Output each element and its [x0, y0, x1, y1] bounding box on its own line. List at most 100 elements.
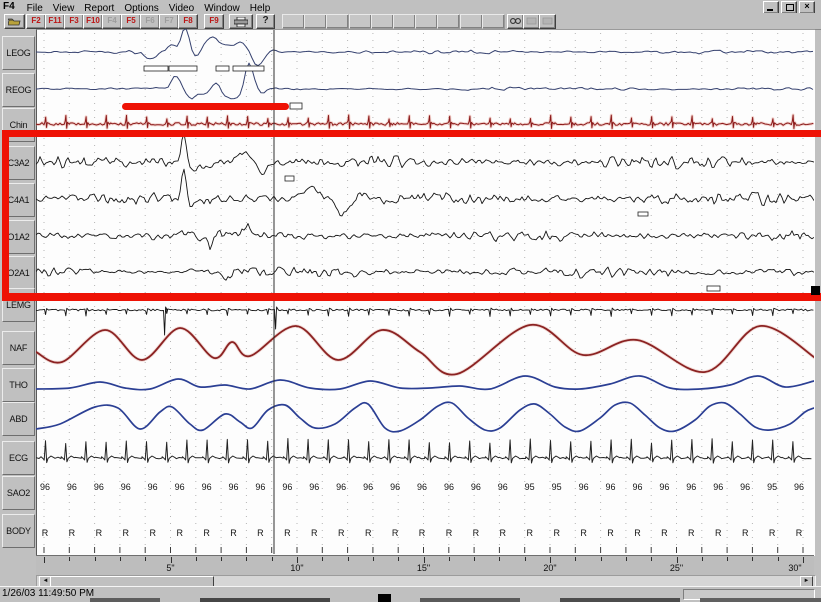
- body-position-value: R: [63, 528, 81, 538]
- body-position-value: R: [171, 528, 189, 538]
- ruler-tick: [95, 557, 96, 561]
- sao2-value: 96: [171, 482, 189, 492]
- menu-bar: F4 FileViewReportOptionsVideoWindowHelp …: [0, 0, 821, 14]
- ruler-tick: [702, 557, 703, 561]
- ruler-tick: [221, 557, 222, 561]
- sao2-value: 96: [602, 482, 620, 492]
- channel-label-naf[interactable]: NAF: [2, 331, 35, 365]
- print-button[interactable]: [229, 14, 253, 29]
- channel-label-leog[interactable]: LEOG: [2, 36, 35, 70]
- toolbar-disabled-b-button[interactable]: [539, 14, 556, 29]
- body-position-value: R: [386, 528, 404, 538]
- taskbar-fragment: [700, 598, 821, 602]
- body-position-value: R: [144, 528, 162, 538]
- status-bar: 1/26/03 11:49:50 PM: [0, 586, 821, 602]
- body-position-value: R: [655, 528, 673, 538]
- ruler-tick: [120, 557, 121, 561]
- printer-icon: [234, 17, 248, 27]
- waveform-chart-area[interactable]: 9696969696969696969696969696969696969595…: [36, 29, 815, 556]
- minimize-icon: [767, 9, 773, 11]
- menu-file[interactable]: File: [22, 3, 48, 14]
- menu-video[interactable]: Video: [164, 3, 199, 14]
- channel-label-c4a1[interactable]: C4A1: [2, 183, 35, 217]
- toolbar-video-button[interactable]: [507, 14, 524, 29]
- fkey-button-f6[interactable]: F6: [140, 14, 160, 29]
- sao2-value: 95: [763, 482, 781, 492]
- channel-label-c3a2[interactable]: C3A2: [2, 146, 35, 180]
- channel-label-o1a2[interactable]: O1A2: [2, 220, 35, 254]
- channel-label-abd[interactable]: ABD: [2, 402, 35, 436]
- body-position-value: R: [36, 528, 54, 538]
- sao2-value: 96: [90, 482, 108, 492]
- channel-label-tho[interactable]: THO: [2, 368, 35, 402]
- body-position-value: R: [521, 528, 539, 538]
- toolbar: F2F11F3F10F4F5F6F7F8 F9?: [0, 13, 821, 30]
- toolbar-blank-button[interactable]: [437, 14, 460, 29]
- ruler-tick: [727, 557, 728, 561]
- disabled-icon: [542, 17, 553, 25]
- channel-label-chin[interactable]: Chin: [2, 108, 35, 142]
- fkey-button-f4[interactable]: F4: [102, 14, 122, 29]
- status-timestamp: 1/26/03 11:49:50 PM: [2, 588, 94, 599]
- toolbar-blank-button[interactable]: [460, 14, 483, 29]
- fkey-button-f2[interactable]: F2: [26, 14, 46, 29]
- fkey-button-f11[interactable]: F11: [45, 14, 65, 29]
- sao2-value: 96: [144, 482, 162, 492]
- ruler-tick: [272, 557, 273, 561]
- channel-label-reog[interactable]: REOG: [2, 73, 35, 107]
- ruler-tick: [322, 557, 323, 561]
- sao2-value: 96: [413, 482, 431, 492]
- ruler-tick: [499, 557, 500, 561]
- channel-label-lemg[interactable]: LEMG: [2, 288, 35, 322]
- ruler-label: 5": [159, 563, 183, 573]
- fkey-button-f10[interactable]: F10: [83, 14, 103, 29]
- toolbar-disabled-a-button[interactable]: [523, 14, 540, 29]
- toolbar-blank-button[interactable]: [304, 14, 327, 29]
- sao2-value: 96: [682, 482, 700, 492]
- body-position-value: R: [602, 528, 620, 538]
- open-file-button[interactable]: [4, 14, 25, 29]
- app-icon-label[interactable]: F4: [3, 1, 15, 12]
- help-button[interactable]: ?: [256, 14, 275, 29]
- fkey-button-f8[interactable]: F8: [178, 14, 198, 29]
- channel-label-body[interactable]: BODY: [2, 514, 35, 548]
- toolbar-blank-button[interactable]: [415, 14, 438, 29]
- ruler-tick: [651, 557, 652, 561]
- toolbar-blank-button[interactable]: [349, 14, 372, 29]
- body-position-value: R: [359, 528, 377, 538]
- taskbar-fragment: [560, 598, 680, 602]
- ruler-label: 20": [538, 563, 562, 573]
- open-folder-icon: [8, 17, 21, 26]
- ruler-tick: [373, 557, 374, 561]
- toolbar-blank-button[interactable]: [371, 14, 394, 29]
- ruler-label: 10": [285, 563, 309, 573]
- sao2-value: 96: [494, 482, 512, 492]
- toolbar-blank-button[interactable]: [393, 14, 416, 29]
- ruler-tick: [398, 557, 399, 561]
- menu-window[interactable]: Window: [199, 3, 245, 14]
- channel-label-ecg[interactable]: ECG: [2, 441, 35, 475]
- toolbar-blank-button[interactable]: [482, 14, 505, 29]
- channel-label-o2a1[interactable]: O2A1: [2, 256, 35, 290]
- sao2-value: 96: [36, 482, 54, 492]
- channel-label-sao2[interactable]: SAO2: [2, 476, 35, 510]
- toolbar-blank-button[interactable]: [282, 14, 305, 29]
- toolbar-blank-button[interactable]: [326, 14, 349, 29]
- ruler-tick: [196, 557, 197, 561]
- menu-report[interactable]: Report: [79, 3, 119, 14]
- body-position-value: R: [278, 528, 296, 538]
- sao2-value: 96: [332, 482, 350, 492]
- fkey-button-f7[interactable]: F7: [159, 14, 179, 29]
- body-position-value: R: [763, 528, 781, 538]
- body-position-value: R: [494, 528, 512, 538]
- menu-help[interactable]: Help: [245, 3, 276, 14]
- body-position-value: R: [198, 528, 216, 538]
- menu-options[interactable]: Options: [119, 3, 163, 14]
- fkey-button-f9[interactable]: F9: [204, 14, 224, 29]
- fkey-button-f3[interactable]: F3: [64, 14, 84, 29]
- menu-view[interactable]: View: [48, 3, 80, 14]
- fkey-button-f5[interactable]: F5: [121, 14, 141, 29]
- sao2-value: 96: [117, 482, 135, 492]
- sao2-value: 96: [709, 482, 727, 492]
- ruler-tick: [145, 557, 146, 561]
